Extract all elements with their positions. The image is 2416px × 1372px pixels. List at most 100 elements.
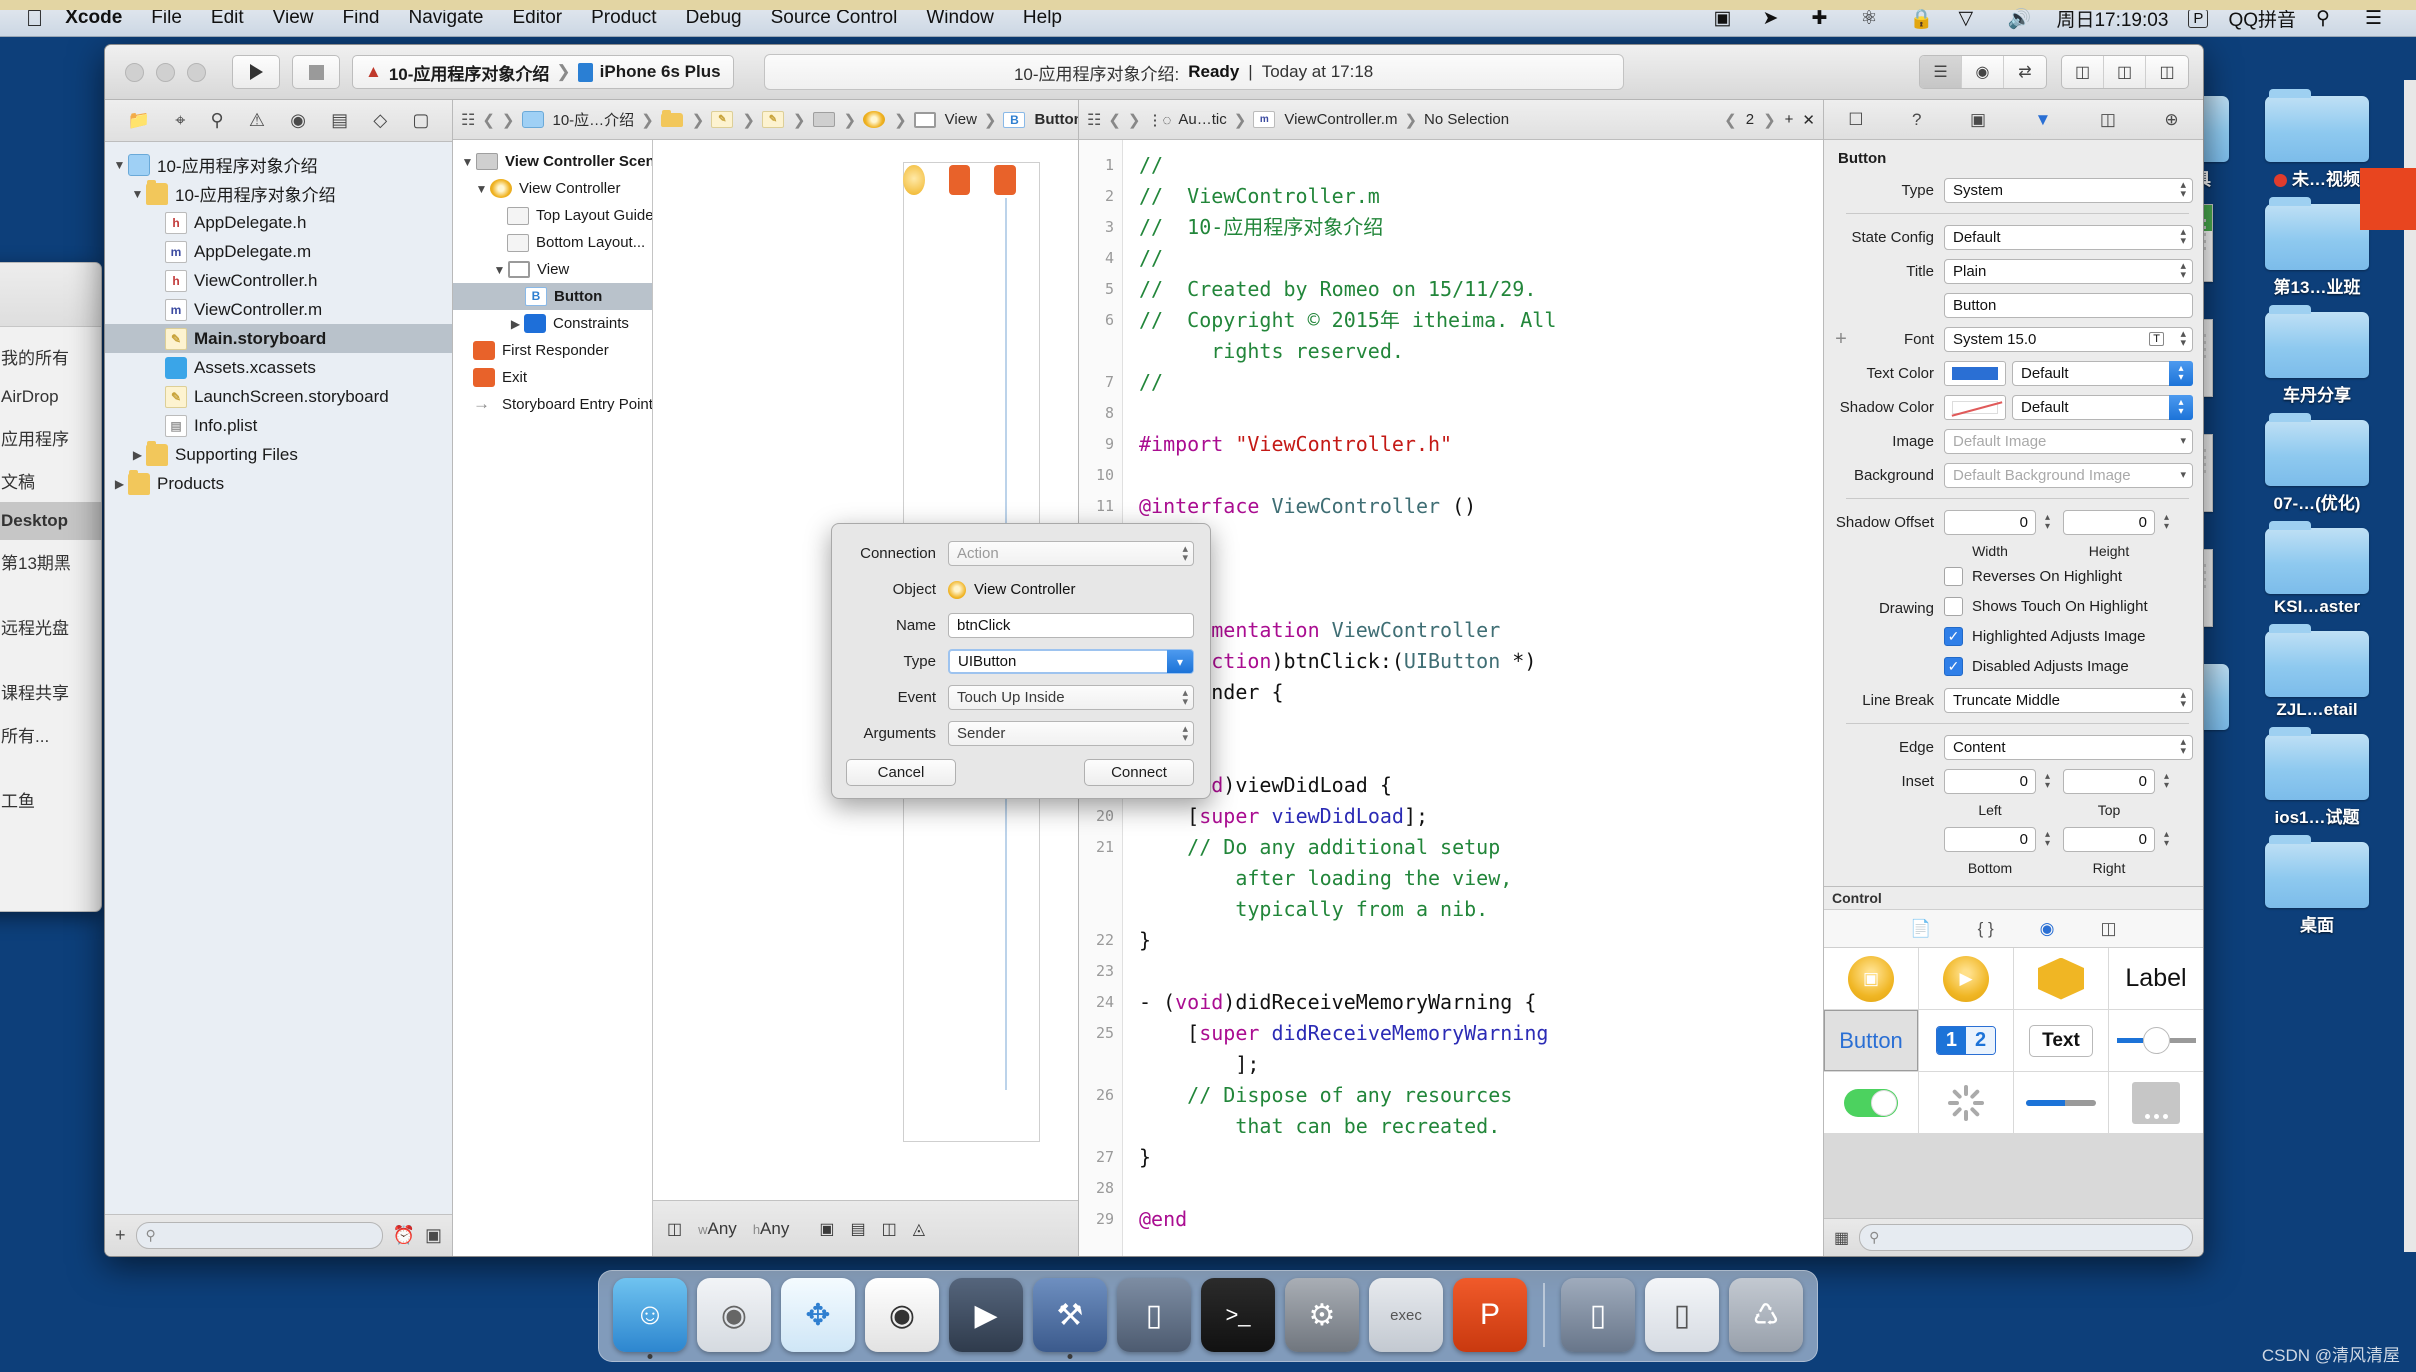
search-icon[interactable]: ⚲	[2316, 7, 2338, 29]
menu-item-help[interactable]: Help	[1023, 7, 1062, 29]
checkbox[interactable]: ✓	[1944, 656, 1963, 676]
dock-item-finder[interactable]: ☺	[613, 1278, 687, 1359]
library-item-label[interactable]: Label	[2109, 948, 2203, 1009]
wifi-icon[interactable]: ▽	[1958, 7, 1980, 29]
chevron-down-icon[interactable]: ▾	[2180, 465, 2186, 485]
close-button[interactable]	[125, 62, 144, 82]
dock-item-simulator[interactable]: ▯	[1117, 1278, 1191, 1352]
desktop-item[interactable]: KSI…aster	[2258, 521, 2376, 617]
library-item-progress-view[interactable]	[2014, 1072, 2108, 1133]
standard-editor-icon[interactable]: ☰	[1920, 56, 1962, 88]
library-item-object[interactable]	[2014, 948, 2108, 1009]
view-controller-icon[interactable]	[863, 111, 886, 128]
inset-left-input[interactable]: 0	[1944, 768, 2036, 794]
dock-item-launchpad[interactable]: ◉	[697, 1278, 771, 1352]
outline-row-view[interactable]: ▼ View	[453, 256, 652, 283]
search-icon[interactable]: ⚲	[211, 110, 224, 131]
stepper-icon[interactable]: ▴ ▾	[2159, 830, 2174, 849]
source-control-icon[interactable]: ⌖	[175, 110, 185, 131]
text-color-swatch[interactable]	[1944, 360, 2006, 386]
nav-row-project[interactable]: ▼ 10-应用程序对象介绍	[105, 150, 452, 179]
finder-sidebar-item[interactable]: 我的所有	[0, 335, 101, 378]
library-object-grid[interactable]: ▣ ▶ Label Button 12 Text	[1824, 948, 2203, 1218]
finder-sidebar-item-desktop[interactable]: Desktop	[0, 502, 101, 540]
font-picker-icon[interactable]: T	[2149, 332, 2164, 346]
desktop-item[interactable]: ZJL…etail	[2258, 624, 2376, 720]
close-editor-button[interactable]: ✕	[1802, 111, 1815, 129]
next-counterpart-button[interactable]: ❯	[1763, 111, 1776, 129]
grid-view-icon[interactable]: ▦	[1834, 1228, 1849, 1248]
view-toggle-segments[interactable]: ◫ ◫ ◫	[2061, 55, 2189, 89]
finder-sidebar-item[interactable]: 所有...	[0, 713, 101, 756]
disabled-adjusts-image-checkbox-row[interactable]: ✓ Disabled Adjusts Image	[1944, 656, 2129, 676]
version-editor-icon[interactable]: ⇄	[2004, 56, 2046, 88]
arguments-popup[interactable]: Sender ▴ ▾	[948, 721, 1194, 746]
align-icon[interactable]: ▤	[850, 1219, 865, 1239]
state-config-popup[interactable]: Default ▴ ▾	[1944, 224, 2193, 250]
size-class-width[interactable]: wAny	[698, 1219, 737, 1239]
navigator-filter-input[interactable]: ⚲	[135, 1222, 383, 1249]
bluetooth-icon[interactable]: ⚛	[1860, 7, 1882, 29]
shadow-offset-width-input[interactable]: 0	[1944, 509, 2036, 535]
breakpoint-icon[interactable]: ◉	[290, 110, 306, 131]
desktop-item[interactable]: 车丹分享	[2258, 305, 2376, 406]
minimize-button[interactable]	[156, 62, 175, 82]
view-as-icon[interactable]: ◫	[667, 1219, 682, 1239]
inset-top-input[interactable]: 0	[2063, 768, 2155, 794]
add-editor-button[interactable]: +	[1785, 111, 1794, 128]
breadcrumb-button[interactable]: Button	[1034, 111, 1078, 128]
nav-row-file[interactable]: ✎ LaunchScreen.storyboard	[105, 382, 452, 411]
related-items-icon[interactable]: ☷	[1087, 110, 1101, 130]
library-item-text-field[interactable]: Text	[2014, 1010, 2108, 1071]
dock-item-script-editor[interactable]: exec	[1369, 1278, 1443, 1352]
quick-help-icon[interactable]: ?	[1912, 110, 1921, 130]
title-style-popup[interactable]: Plain ▴ ▾	[1944, 258, 2193, 284]
library-item-navigation-controller[interactable]: ▶	[1919, 948, 2013, 1009]
outline-row-view-controller[interactable]: ▼ View Controller	[453, 175, 652, 202]
text-color-popup[interactable]: Default ▴ ▾	[2012, 360, 2193, 386]
identity-inspector-icon[interactable]: ▣	[1970, 110, 1986, 130]
chevron-down-icon[interactable]: ▾	[1167, 650, 1193, 673]
resolve-icon[interactable]: ◬	[913, 1219, 925, 1239]
breadcrumb-project[interactable]: 10-应…介绍	[553, 109, 635, 130]
screen-record-icon[interactable]: ▣	[1713, 7, 1735, 29]
breadcrumb-file[interactable]: ViewController.m	[1284, 111, 1397, 128]
nav-row-main-storyboard[interactable]: ✎ Main.storyboard	[105, 324, 452, 353]
outline-row-button[interactable]: B Button	[453, 283, 652, 310]
outline-row-top-layout-guide[interactable]: Top Layout Guide	[453, 202, 652, 229]
add-file-button[interactable]: +	[115, 1225, 126, 1246]
shows-touch-on-highlight-checkbox-row[interactable]: Shows Touch On Highlight	[1944, 596, 2148, 616]
dock-item-safari[interactable]: ✥	[781, 1278, 855, 1352]
zoom-button[interactable]	[187, 62, 206, 82]
debug-toggle-icon[interactable]: ◫	[2104, 56, 2146, 88]
tag-icon[interactable]: ◇	[373, 110, 387, 131]
finder-sidebar-item[interactable]: 课程共享	[0, 670, 101, 713]
xcode-window[interactable]: ▲ 10-应用程序对象介绍 ❯ iPhone 6s Plus 10-应用程序对象…	[104, 44, 2204, 1257]
stepper-icon[interactable]: ▴ ▾	[2159, 772, 2174, 791]
input-source-badge[interactable]: P	[2188, 8, 2209, 28]
outline-row-entry-point[interactable]: → Storyboard Entry Point	[453, 391, 652, 418]
outline-row-first-responder[interactable]: First Responder	[453, 337, 652, 364]
scene-icon[interactable]	[812, 112, 835, 127]
disclosure-triangle-icon[interactable]: ▼	[491, 263, 508, 277]
desktop-item[interactable]: 07-…(优化)	[2258, 413, 2376, 514]
dock-item-system-preferences[interactable]: ⚙	[1285, 1278, 1359, 1352]
button-type-popup[interactable]: System ▴ ▾	[1944, 177, 2193, 203]
inset-bottom-input[interactable]: 0	[1944, 826, 2036, 852]
back-button[interactable]: ❮	[1108, 111, 1121, 129]
finder-sidebar-item[interactable]: 工鱼	[0, 778, 101, 821]
location-icon[interactable]: ➤	[1762, 7, 1784, 29]
library-item-switch[interactable]	[1824, 1072, 1918, 1133]
navigator-toolbar[interactable]: 📁 ⌖ ⚲ ⚠ ◉ ▤ ◇ ▢	[105, 100, 452, 142]
highlighted-adjusts-image-checkbox-row[interactable]: ✓ Highlighted Adjusts Image	[1944, 626, 2145, 646]
connections-inspector-icon[interactable]: ⊕	[2164, 110, 2178, 130]
shadow-offset-height-input[interactable]: 0	[2063, 509, 2155, 535]
outline-row-scene[interactable]: ▼ View Controller Scene	[453, 148, 652, 175]
forward-button[interactable]: ❯	[1128, 111, 1141, 129]
macos-dock[interactable]: ☺ ◉ ✥ ◉ ▶ ⚒ ▯ >_ ⚙ exec P ▯ ▯ ♺	[598, 1270, 1818, 1362]
desktop-item[interactable]: 未…视频	[2258, 89, 2376, 190]
desktop-item[interactable]: 第13…业班	[2258, 197, 2376, 298]
stepper-icon[interactable]: ▴ ▾	[2040, 830, 2055, 849]
disclosure-triangle-icon[interactable]: ▶	[129, 448, 146, 462]
volume-icon[interactable]: 🔊	[2007, 7, 2031, 30]
